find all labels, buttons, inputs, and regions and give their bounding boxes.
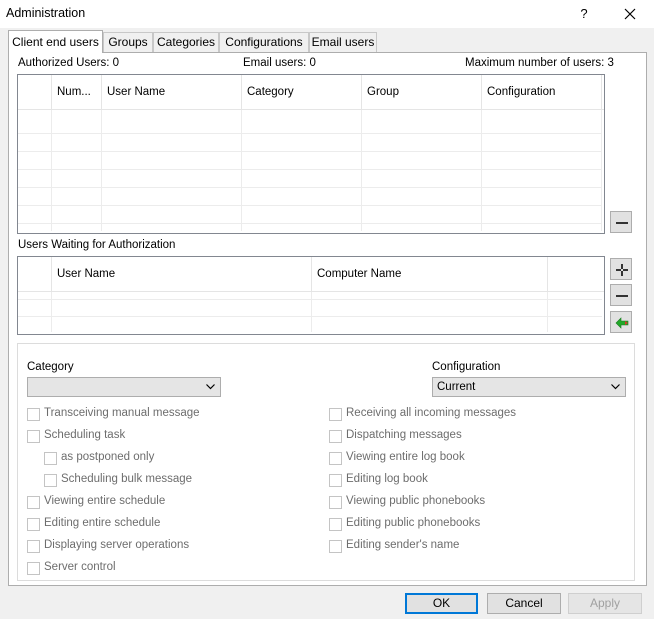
checkbox-label: Scheduling bulk message bbox=[61, 473, 193, 485]
checkbox-box[interactable] bbox=[44, 474, 57, 487]
tab-categories[interactable]: Categories bbox=[153, 32, 219, 52]
checkbox-box[interactable] bbox=[27, 562, 40, 575]
help-button[interactable]: ? bbox=[568, 0, 600, 28]
checkbox-box[interactable] bbox=[329, 474, 342, 487]
row-header-cell bbox=[18, 75, 52, 109]
checkbox-label: Displaying server operations bbox=[44, 539, 190, 551]
users-table-header: Num... User Name Category Group Configur… bbox=[18, 75, 604, 110]
remove-user-button[interactable] bbox=[610, 211, 632, 233]
column-group[interactable]: Group bbox=[362, 75, 482, 109]
ok-button[interactable]: OK bbox=[405, 593, 478, 614]
checkbox-box[interactable] bbox=[329, 452, 342, 465]
checkbox-box[interactable] bbox=[27, 408, 40, 421]
checkbox-label: Editing entire schedule bbox=[44, 517, 161, 529]
add-user-icon bbox=[616, 264, 628, 276]
transfer-arrows-icon bbox=[615, 317, 629, 329]
apply-button[interactable]: Apply bbox=[568, 593, 642, 614]
checkbox-label: Receiving all incoming messages bbox=[346, 407, 517, 419]
checkbox-label: Transceiving manual message bbox=[44, 407, 200, 419]
checkbox-label: Viewing entire schedule bbox=[44, 495, 166, 507]
title-bar: Administration ? bbox=[0, 0, 654, 28]
close-icon bbox=[624, 8, 636, 20]
checkbox-box[interactable] bbox=[27, 518, 40, 531]
checkbox-box[interactable] bbox=[44, 452, 57, 465]
chevron-down-icon bbox=[206, 384, 215, 390]
minus-icon bbox=[616, 222, 628, 224]
column-waiting-user-name[interactable]: User Name bbox=[52, 257, 312, 291]
tab-email-users[interactable]: Email users bbox=[309, 32, 377, 52]
tab-client-end-users[interactable]: Client end users bbox=[8, 30, 103, 53]
window-title: Administration bbox=[6, 6, 86, 20]
email-users-count: Email users: 0 bbox=[243, 57, 316, 69]
category-dropdown[interactable] bbox=[27, 377, 221, 397]
minus-icon bbox=[616, 295, 628, 297]
max-users-count: Maximum number of users: 3 bbox=[465, 57, 614, 69]
checkbox-label: Editing sender's name bbox=[346, 539, 460, 551]
chevron-down-icon bbox=[611, 384, 620, 390]
remove-waiting-button[interactable] bbox=[610, 284, 632, 306]
checkbox-label: Server control bbox=[44, 561, 116, 573]
close-button[interactable] bbox=[608, 0, 654, 28]
checkbox-box[interactable] bbox=[329, 430, 342, 443]
authorized-users-count: Authorized Users: 0 bbox=[18, 57, 119, 69]
checkbox-label: Viewing public phonebooks bbox=[346, 495, 486, 507]
checkbox-label: Editing log book bbox=[346, 473, 428, 485]
row-header-cell bbox=[18, 257, 52, 291]
category-label: Category bbox=[27, 361, 74, 373]
add-user-button[interactable] bbox=[610, 258, 632, 280]
checkbox-box[interactable] bbox=[329, 408, 342, 421]
checkbox-box[interactable] bbox=[329, 518, 342, 531]
checkbox-label: Editing public phonebooks bbox=[346, 517, 481, 529]
users-table[interactable]: Num... User Name Category Group Configur… bbox=[17, 74, 605, 234]
column-configuration[interactable]: Configuration bbox=[482, 75, 602, 109]
checkbox-box[interactable] bbox=[329, 540, 342, 553]
waiting-section-title: Users Waiting for Authorization bbox=[18, 239, 176, 251]
waiting-table-header: User Name Computer Name bbox=[18, 257, 604, 292]
column-category[interactable]: Category bbox=[242, 75, 362, 109]
tab-groups[interactable]: Groups bbox=[103, 32, 153, 52]
checkbox-label: as postponed only bbox=[61, 451, 155, 463]
configuration-label: Configuration bbox=[432, 361, 501, 373]
configuration-value: Current bbox=[437, 381, 476, 393]
waiting-users-table[interactable]: User Name Computer Name bbox=[17, 256, 605, 335]
column-computer-name[interactable]: Computer Name bbox=[312, 257, 548, 291]
cancel-button[interactable]: Cancel bbox=[487, 593, 561, 614]
tab-configurations[interactable]: Configurations bbox=[219, 32, 309, 52]
checkbox-label: Dispatching messages bbox=[346, 429, 462, 441]
column-user-name[interactable]: User Name bbox=[102, 75, 242, 109]
configuration-dropdown[interactable]: Current bbox=[432, 377, 626, 397]
checkbox-box[interactable] bbox=[329, 496, 342, 509]
checkbox-box[interactable] bbox=[27, 430, 40, 443]
transfer-button[interactable] bbox=[610, 311, 632, 333]
checkbox-box[interactable] bbox=[27, 540, 40, 553]
checkbox-label: Scheduling task bbox=[44, 429, 126, 441]
checkbox-box[interactable] bbox=[27, 496, 40, 509]
checkbox-label: Viewing entire log book bbox=[346, 451, 465, 463]
column-number[interactable]: Num... bbox=[52, 75, 102, 109]
